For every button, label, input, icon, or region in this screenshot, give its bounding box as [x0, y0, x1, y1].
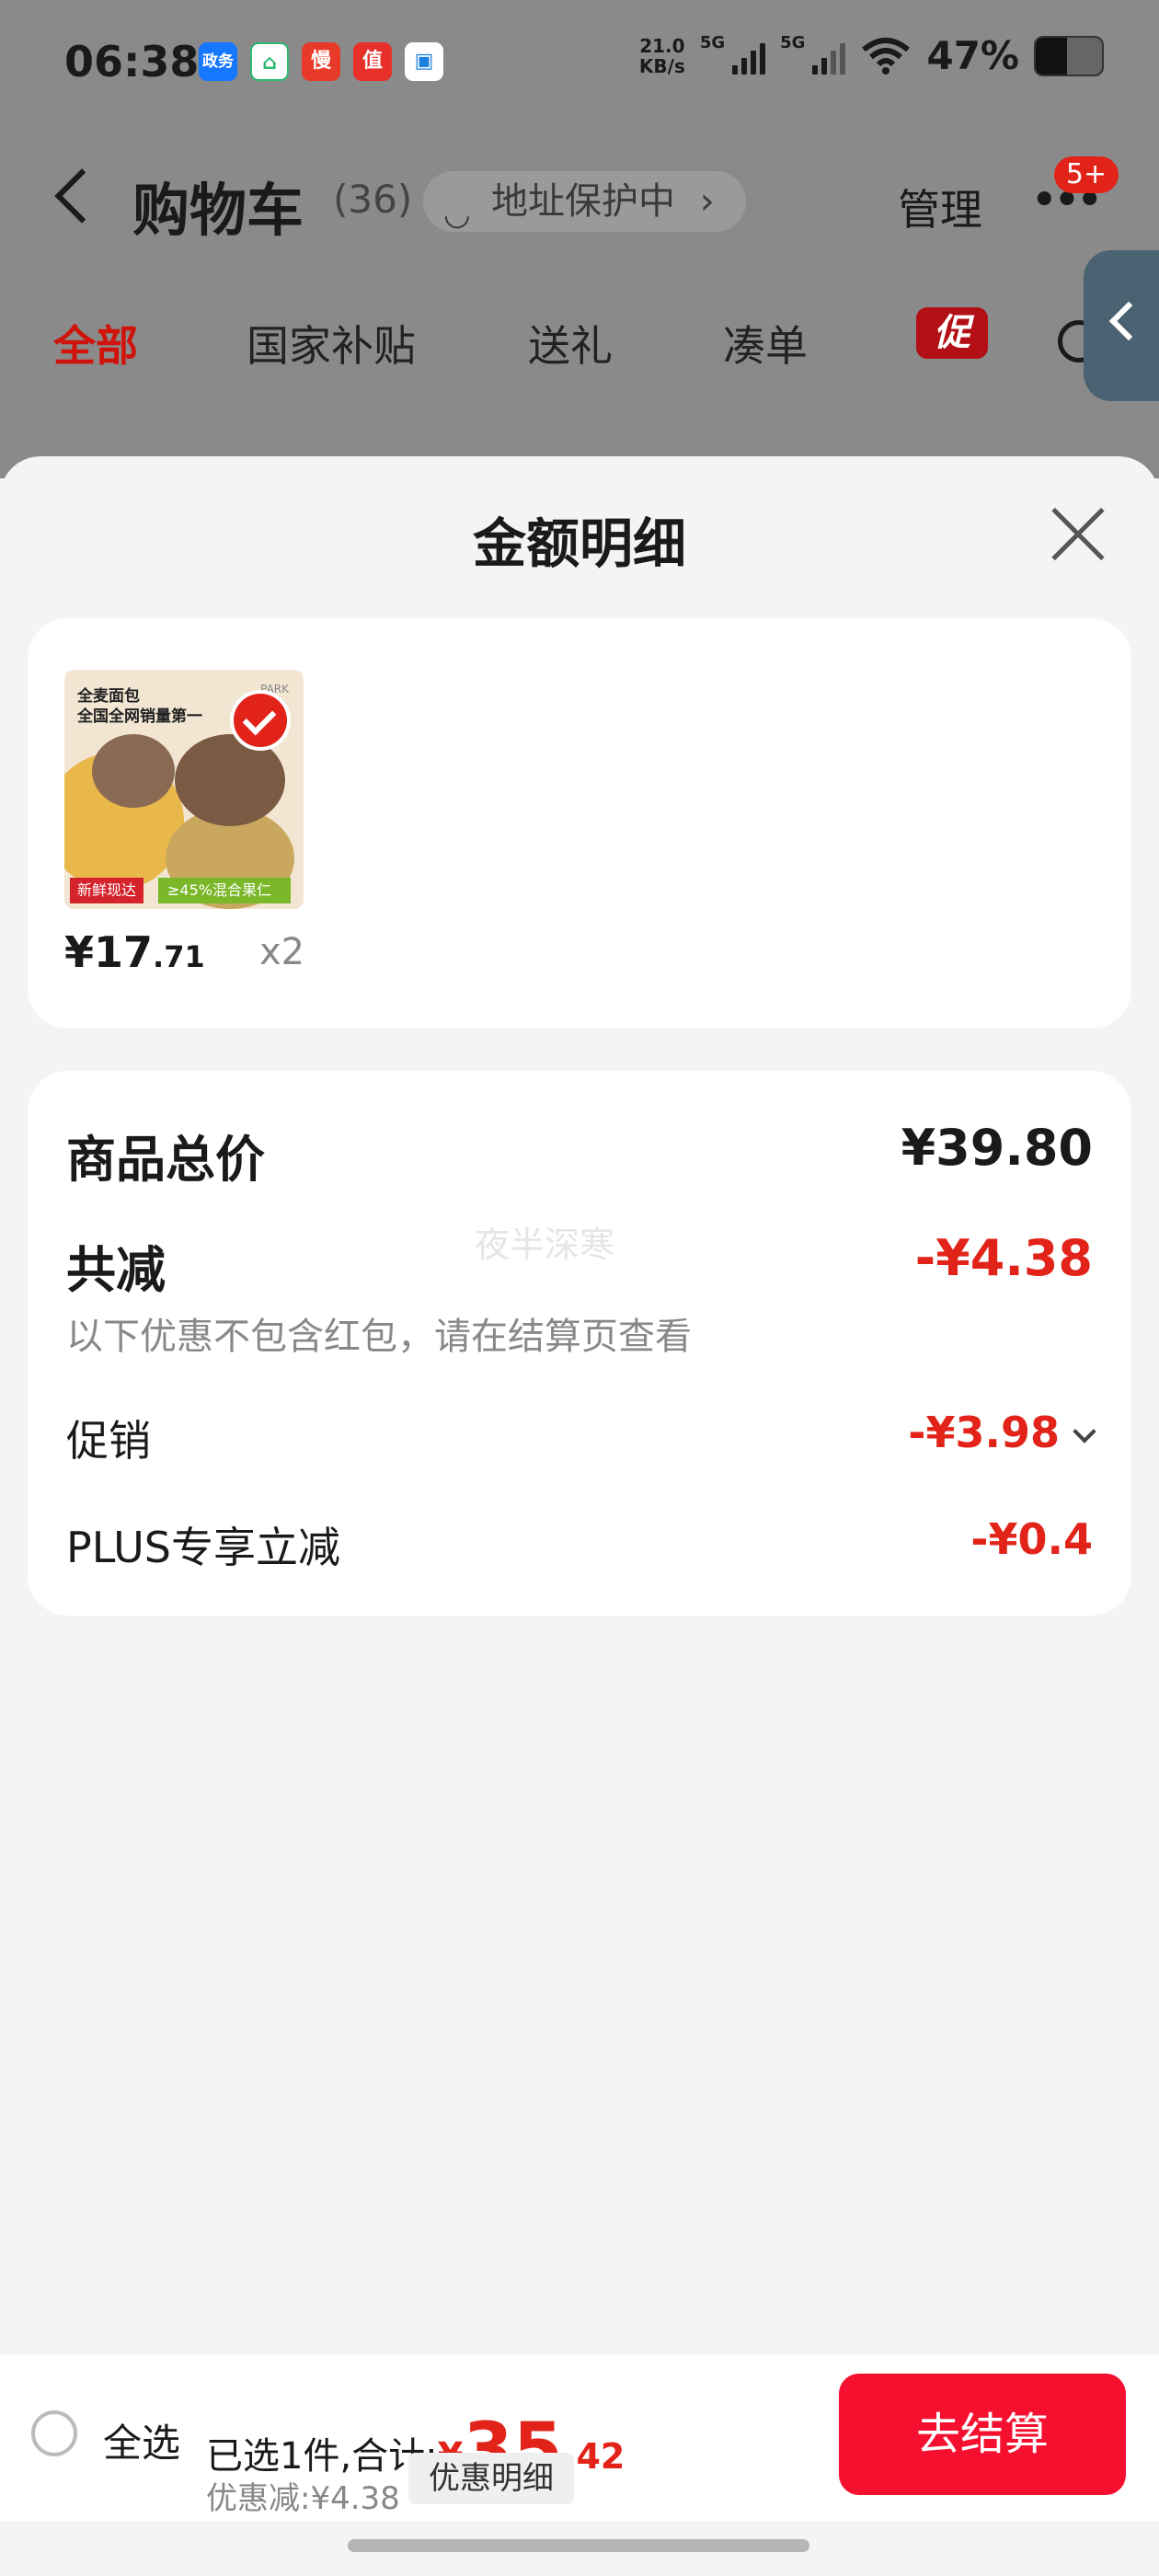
battery-icon — [1034, 35, 1104, 76]
promo-label: 促销 — [66, 1416, 151, 1466]
cart-count: (36) — [333, 177, 413, 222]
reduce-value: -¥4.38 — [914, 1229, 1093, 1287]
man-app-icon: 慢 — [302, 42, 340, 81]
smile-icon: ◡ — [443, 196, 471, 233]
cart-tabs: 全部 国家补贴 送礼 凑单 促 — [0, 307, 1159, 386]
tab-gift[interactable]: 送礼 — [528, 313, 613, 374]
thumb-tag-nuts: ≥45%混合果仁 — [158, 878, 291, 903]
plus-value: -¥0.4 — [970, 1514, 1093, 1564]
chevron-down-icon[interactable] — [1073, 1420, 1096, 1443]
battery-percent: 47% — [926, 33, 1019, 78]
notification-badge: 5+ — [1054, 156, 1119, 193]
page-title: 购物车 — [132, 177, 304, 244]
chevron-left-icon — [1108, 301, 1149, 341]
home-indicator[interactable] — [348, 2539, 809, 2552]
net-speed: 21.0 KB/s — [638, 34, 685, 77]
status-bar: 06:38 政务 ⌂ 慢 值 ▣ 21.0 KB/s 5G 5G 47% — [0, 0, 1159, 129]
thumb-subtitle: 全国全网销量第一 — [77, 707, 202, 726]
close-icon[interactable] — [1050, 506, 1106, 561]
tab-national-subsidy[interactable]: 国家补贴 — [247, 313, 416, 374]
tab-promo[interactable]: 促 — [916, 307, 988, 359]
wifi-icon — [862, 37, 911, 75]
zhengwu-app-icon: 政务 — [199, 42, 237, 81]
product-card: 全麦面包 全国全网销量第一 PARK 新鲜现达 ≥45%混合果仁 ¥17.71 … — [28, 618, 1131, 1029]
summary-card: 商品总价 ¥39.80 共减 -¥4.38 夜半深寒 以下优惠不包含红包，请在结… — [28, 1071, 1131, 1616]
signal-label-1: 5G — [699, 33, 726, 52]
side-collapse-button[interactable] — [1084, 250, 1159, 401]
total-label: 商品总价 — [66, 1131, 265, 1189]
select-all-label[interactable]: 全选 — [103, 2412, 180, 2468]
clock: 06:38 — [64, 37, 200, 86]
watermark: 夜半深寒 — [475, 1225, 615, 1265]
blue-app-icon: ▣ — [405, 42, 443, 81]
promo-value: -¥3.98 — [908, 1408, 1096, 1457]
home-app-icon: ⌂ — [250, 42, 289, 81]
discount-note: 以下优惠不包含红包，请在结算页查看 — [66, 1316, 692, 1358]
discount-amount: 优惠减:¥4.38 — [206, 2480, 400, 2517]
sheet-title: 金额明细 — [472, 512, 686, 575]
discount-detail-button[interactable]: 优惠明细 — [408, 2453, 574, 2504]
bread-image — [92, 734, 175, 808]
manage-button[interactable]: 管理 — [898, 177, 982, 237]
checkout-button[interactable]: 去结算 — [839, 2374, 1126, 2495]
amount-detail-sheet: 金额明细 全麦面包 全国全网销量第一 PARK 新鲜现达 ≥45%混合果仁 ¥1… — [0, 456, 1159, 2576]
product-thumbnail[interactable]: 全麦面包 全国全网销量第一 PARK 新鲜现达 ≥45%混合果仁 — [64, 670, 304, 909]
check-icon — [230, 690, 291, 751]
signal-label-2: 5G — [780, 33, 806, 52]
signal-icon-2 — [812, 38, 846, 75]
product-quantity: x2 — [259, 931, 305, 973]
reduce-label: 共减 — [66, 1241, 166, 1299]
checkout-bar: 全选 已选1件,合计:¥35.42 优惠减:¥4.38 优惠明细 去结算 — [0, 2355, 1159, 2521]
chevron-right-icon: › — [699, 180, 715, 223]
tab-bundle[interactable]: 凑单 — [723, 313, 808, 374]
plus-label: PLUS专享立减 — [66, 1523, 340, 1572]
signal-icon — [732, 38, 766, 75]
system-indicators: 21.0 KB/s 5G 5G 47% — [639, 33, 1104, 78]
product-price: ¥17.71 — [64, 927, 205, 977]
cart-header: 购物车 (36) ◡ 地址保护中 › 管理 ••• 5+ — [0, 156, 1159, 248]
total-value: ¥39.80 — [901, 1119, 1093, 1177]
back-icon[interactable] — [54, 168, 109, 224]
zhi-app-icon: 值 — [353, 42, 392, 81]
tab-all[interactable]: 全部 — [53, 313, 138, 374]
address-protect-pill[interactable]: ◡ 地址保护中 › — [423, 171, 746, 233]
thumb-tag-fresh: 新鲜现达 — [70, 878, 144, 903]
select-all-radio[interactable] — [31, 2410, 77, 2456]
more-icon[interactable]: ••• — [1030, 177, 1104, 224]
